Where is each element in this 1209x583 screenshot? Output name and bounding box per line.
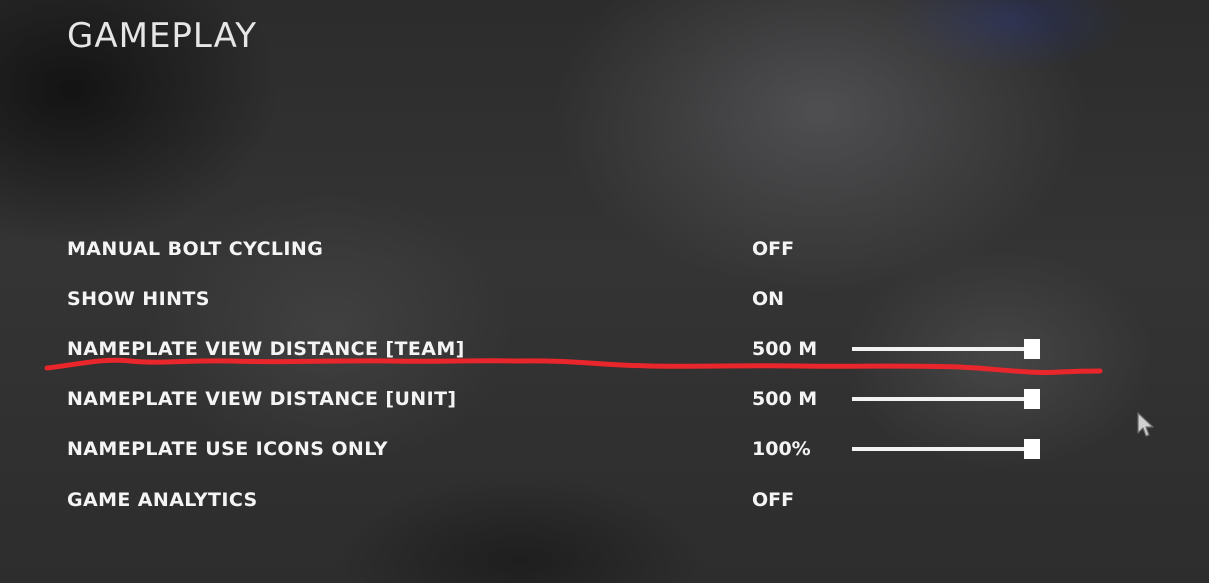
- setting-label: SHOW HINTS: [67, 288, 210, 310]
- slider-handle[interactable]: [1024, 339, 1040, 359]
- page-title: GAMEPLAY: [67, 16, 258, 56]
- setting-label: GAME ANALYTICS: [67, 489, 258, 511]
- setting-label: NAMEPLATE VIEW DISTANCE [UNIT]: [67, 388, 457, 410]
- slider-handle[interactable]: [1024, 439, 1040, 459]
- setting-row-nameplate-distance-team[interactable]: NAMEPLATE VIEW DISTANCE [TEAM] 500 M: [0, 328, 1209, 368]
- nameplate-team-distance-slider[interactable]: [852, 338, 1042, 360]
- setting-row-nameplate-distance-unit[interactable]: NAMEPLATE VIEW DISTANCE [UNIT] 500 M: [0, 378, 1209, 418]
- setting-label: MANUAL BOLT CYCLING: [67, 238, 324, 260]
- setting-label: NAMEPLATE USE ICONS ONLY: [67, 438, 388, 460]
- slider-track[interactable]: [852, 347, 1026, 351]
- setting-slider-value: 100%: [752, 438, 811, 460]
- slider-track[interactable]: [852, 447, 1026, 451]
- slider-handle[interactable]: [1024, 389, 1040, 409]
- setting-toggle-value[interactable]: ON: [752, 288, 784, 310]
- nameplate-icons-only-slider[interactable]: [852, 438, 1042, 460]
- setting-slider-value: 500 M: [752, 388, 818, 410]
- arrow-cursor-icon: [1137, 412, 1154, 437]
- setting-slider-value: 500 M: [752, 338, 818, 360]
- setting-row-game-analytics[interactable]: GAME ANALYTICS OFF: [0, 479, 1209, 519]
- setting-row-show-hints[interactable]: SHOW HINTS ON: [0, 278, 1209, 318]
- slider-track[interactable]: [852, 397, 1026, 401]
- setting-toggle-value[interactable]: OFF: [752, 238, 794, 260]
- setting-toggle-value[interactable]: OFF: [752, 489, 794, 511]
- nameplate-unit-distance-slider[interactable]: [852, 388, 1042, 410]
- setting-row-manual-bolt-cycling[interactable]: MANUAL BOLT CYCLING OFF: [0, 228, 1209, 268]
- settings-screen: GAMEPLAY MANUAL BOLT CYCLING OFF SHOW HI…: [0, 0, 1209, 583]
- setting-row-nameplate-icons-only[interactable]: NAMEPLATE USE ICONS ONLY 100%: [0, 428, 1209, 468]
- setting-label: NAMEPLATE VIEW DISTANCE [TEAM]: [67, 338, 465, 360]
